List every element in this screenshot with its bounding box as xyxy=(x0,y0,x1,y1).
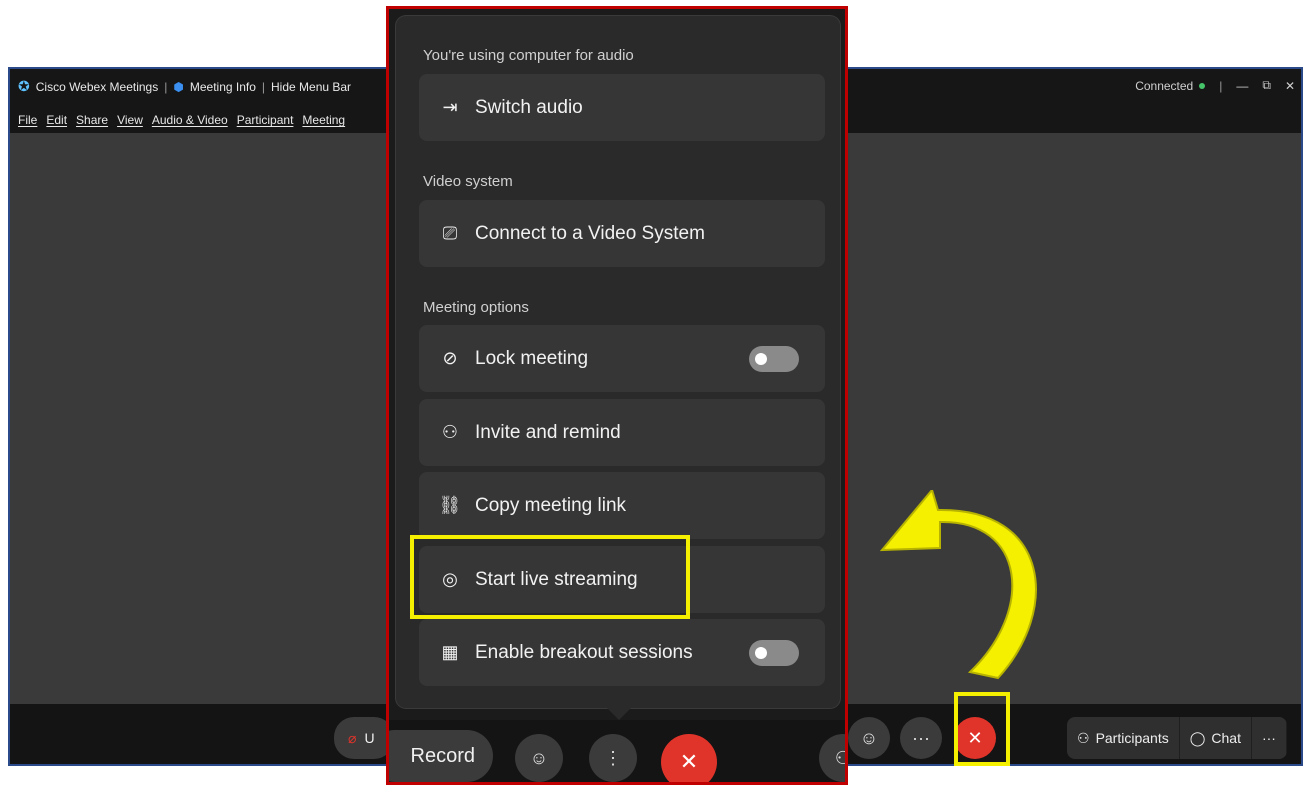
shield-icon: ⬢ xyxy=(173,79,184,94)
breakout-toggle[interactable] xyxy=(749,640,799,666)
reactions-button[interactable]: ☺ xyxy=(848,717,890,759)
participants-icon: ⚇ xyxy=(1077,729,1090,746)
switch-audio-item[interactable]: ⇥ Switch audio xyxy=(419,74,825,141)
breakout-label: Enable breakout sessions xyxy=(475,641,693,663)
overflow-menu-zoom: You're using computer for audio ⇥ Switch… xyxy=(386,6,848,785)
record-button[interactable]: Record xyxy=(389,730,493,782)
meeting-info-link[interactable]: Meeting Info xyxy=(190,80,256,94)
video-section-label: Video system xyxy=(423,173,513,190)
breakout-icon: ▦ xyxy=(441,642,459,662)
menu-audio-video[interactable]: Audio & Video xyxy=(152,113,228,127)
chat-icon: ◯ xyxy=(1189,729,1206,746)
breakout-item[interactable]: ▦ Enable breakout sessions xyxy=(419,619,825,686)
more-vertical-icon: ⋮ xyxy=(604,747,622,768)
more-vertical-button[interactable]: ⋮ xyxy=(589,734,637,782)
smiley-icon: ☺ xyxy=(859,727,879,748)
chat-button[interactable]: ◯ Chat xyxy=(1180,717,1252,759)
invite-item[interactable]: ⚇ Invite and remind xyxy=(419,399,825,466)
end-meeting-button-zoom[interactable]: ✕ xyxy=(661,734,717,782)
switch-audio-label: Switch audio xyxy=(475,96,583,118)
menu-share[interactable]: Share xyxy=(76,113,108,127)
cast-icon: ⎚ xyxy=(442,223,458,243)
more-icon: ··· xyxy=(1261,730,1276,746)
lock-meeting-toggle[interactable] xyxy=(749,346,799,372)
unmute-button[interactable]: ⌀ U xyxy=(334,717,394,759)
separator: | xyxy=(1219,78,1223,93)
lock-meeting-label: Lock meeting xyxy=(475,347,589,369)
record-label: Record xyxy=(410,744,475,767)
title-left: ✪ Cisco Webex Meetings | ⬢ Meeting Info … xyxy=(18,78,351,95)
menu-edit[interactable]: Edit xyxy=(46,113,67,127)
copy-link-label: Copy meeting link xyxy=(475,494,627,516)
participants-button[interactable]: ⚇ Participants xyxy=(1067,717,1180,759)
link-icon: ⛓ xyxy=(438,495,462,515)
app-title: Cisco Webex Meetings xyxy=(35,79,159,94)
audio-section-label: You're using computer for audio xyxy=(423,47,634,64)
add-person-icon: ⚇ xyxy=(441,422,459,442)
annotation-arrow xyxy=(879,490,1037,680)
highlight-box-leave xyxy=(954,692,1010,766)
invite-label: Invite and remind xyxy=(475,421,621,443)
status-dot-icon xyxy=(1199,83,1206,90)
connect-video-item[interactable]: ⎚ Connect to a Video System xyxy=(419,200,825,267)
panel-buttons: ⚇ Participants ◯ Chat ··· xyxy=(1067,717,1287,759)
arrow-body xyxy=(879,490,1037,680)
lock-icon: ⊘ xyxy=(442,348,458,368)
webex-logo-icon: ✪ xyxy=(18,78,30,94)
more-icon: ··· xyxy=(912,727,930,748)
more-panels-button[interactable]: ··· xyxy=(1252,717,1287,759)
copy-link-item[interactable]: ⛓ Copy meeting link xyxy=(419,472,825,539)
person-icon: ⚇ xyxy=(835,748,845,769)
highlight-box-live-stream xyxy=(410,535,690,619)
menu-participant[interactable]: Participant xyxy=(237,113,294,127)
separator: | xyxy=(261,79,266,94)
more-options-button[interactable]: ··· xyxy=(900,717,942,759)
smiley-icon: ☺ xyxy=(529,747,549,768)
chat-label: Chat xyxy=(1211,730,1241,746)
mic-muted-icon: ⌀ xyxy=(348,729,357,746)
participants-label: Participants xyxy=(1095,730,1169,746)
hide-menu-bar-link[interactable]: Hide Menu Bar xyxy=(271,80,351,94)
unmute-label: U xyxy=(364,730,375,746)
restore-button[interactable]: ⧉ xyxy=(1262,78,1271,93)
connection-status: Connected xyxy=(1135,79,1206,93)
title-right: Connected | — ⧉ ✕ xyxy=(1135,78,1295,93)
menu-view[interactable]: View xyxy=(117,113,143,127)
menu-file[interactable]: File xyxy=(18,113,37,127)
overlay-control-bar: Record ☺ ⋮ ✕ ⚇ xyxy=(389,720,845,782)
menu-caret xyxy=(607,708,631,720)
close-icon: ✕ xyxy=(679,749,699,774)
separator: | xyxy=(164,79,168,94)
switch-audio-icon: ⇥ xyxy=(442,97,458,117)
lock-meeting-item[interactable]: ⊘ Lock meeting xyxy=(419,325,825,392)
participant-button-zoom[interactable]: ⚇ xyxy=(819,734,845,782)
meeting-options-label: Meeting options xyxy=(423,299,529,316)
reactions-button-zoom[interactable]: ☺ xyxy=(515,734,563,782)
connect-video-label: Connect to a Video System xyxy=(475,222,705,244)
menu-meeting[interactable]: Meeting xyxy=(302,113,345,127)
minimize-button[interactable]: — xyxy=(1236,79,1248,93)
close-window-button[interactable]: ✕ xyxy=(1285,79,1295,93)
